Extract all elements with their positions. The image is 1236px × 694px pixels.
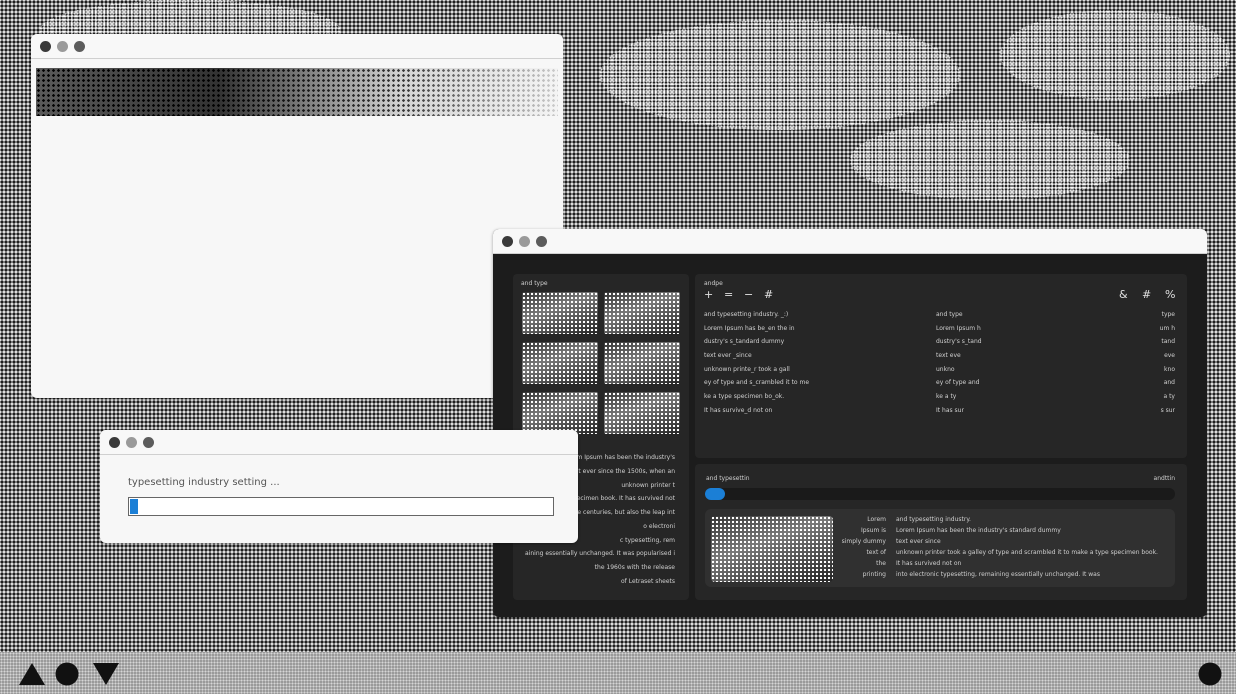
close-button[interactable] [40, 40, 51, 52]
text-line: text of [866, 549, 886, 556]
cell: eve [1164, 352, 1175, 359]
hash-icon[interactable]: # [1142, 288, 1151, 301]
text-line: aining essentially unchanged. It was pop… [525, 550, 675, 557]
panel-title: andpe [704, 280, 723, 287]
cell: dustry's s_tandard dummy [704, 338, 785, 345]
text-line: Lorem Ipsum has been the industry's stan… [896, 527, 1061, 534]
banner-image [36, 68, 558, 116]
text-line: It has survived not on [896, 560, 962, 567]
progress-dialog[interactable]: typesetting industry setting ... [100, 430, 578, 543]
equals-icon[interactable]: = [724, 288, 733, 301]
minus-icon[interactable]: − [744, 288, 753, 301]
close-button[interactable] [109, 436, 120, 448]
text-line: Lorem [867, 516, 886, 523]
text-line: unknown printer t [621, 482, 675, 489]
text-line: the [876, 560, 886, 567]
maximize-button[interactable] [143, 436, 154, 448]
text-line: e specimen book. It has survived not [564, 495, 675, 502]
text-line: o electroni [643, 523, 675, 530]
minimize-button[interactable] [126, 436, 137, 448]
cell: and typesetting industry. _:) [704, 311, 789, 318]
text-line: into electronic typesetting, remaining e… [896, 571, 1100, 578]
cell: tand [1161, 338, 1175, 345]
window-titlebar[interactable] [100, 430, 578, 455]
triangle-up-icon[interactable] [18, 662, 46, 686]
cell: ey of type and s_crambled it to me [704, 379, 810, 386]
cell: unknown printe_r took a gall [704, 366, 790, 373]
data-panel: andpe + = − # & # % and typesetting indu… [695, 274, 1187, 458]
cell: ey of type and [936, 379, 980, 386]
cell: type [1161, 311, 1175, 318]
cell: ke a ty [936, 393, 957, 400]
plus-icon[interactable]: + [704, 288, 713, 301]
cell: It has survive_d not on [704, 407, 773, 414]
taskbar [0, 652, 1236, 694]
triangle-down-icon[interactable] [92, 662, 120, 686]
text-line: y text ever since the 1500s, when an [563, 468, 675, 475]
minimize-button[interactable] [519, 235, 530, 247]
text-line: unknown printer took a galley of type an… [896, 549, 1158, 556]
ampersand-icon[interactable]: & [1119, 288, 1128, 301]
text-line: orem Ipsum has been the industry's [566, 454, 675, 461]
progress-track [705, 488, 1175, 500]
text-line: Ipsum is [860, 527, 886, 534]
panel-title: and type [521, 280, 548, 287]
minimize-button[interactable] [57, 40, 68, 52]
text-line: and typesetting industry. [896, 516, 971, 523]
image-thumbnail[interactable] [604, 292, 680, 334]
dashboard-window[interactable]: and type orem Ipsum has been the industr… [493, 229, 1207, 617]
text-line: printing [862, 571, 886, 578]
text-line: of Letraset sheets [621, 578, 675, 585]
image-thumbnail[interactable] [522, 292, 598, 334]
circle-icon[interactable] [1198, 662, 1222, 686]
close-button[interactable] [502, 235, 513, 247]
image-thumbnail[interactable] [522, 342, 598, 384]
info-card: Lorem Ipsum is simply dummy text of the … [705, 509, 1175, 587]
cell: s sur [1160, 407, 1175, 414]
progress-fill [705, 488, 725, 500]
card-image [711, 516, 833, 582]
text-line: c typesetting, rem [619, 537, 675, 544]
blank-browser-window[interactable] [31, 34, 563, 398]
cell: and [1163, 379, 1175, 386]
text-line: the 1960s with the release [594, 564, 675, 571]
cell: um h [1159, 325, 1175, 332]
cloud-decoration [1000, 10, 1230, 100]
cell: a ty [1163, 393, 1176, 400]
dialog-label: typesetting industry setting ... [128, 477, 280, 488]
panel-title-right: andttin [1153, 475, 1175, 482]
cloud-decoration [600, 20, 960, 130]
card-right-text: and typesetting industry. Lorem Ipsum ha… [896, 516, 1158, 582]
cell: dustry's s_tand [936, 338, 982, 345]
text-line: y five centuries, but also the leap int [564, 509, 675, 516]
circle-icon[interactable] [55, 662, 79, 686]
progress-field [128, 497, 554, 516]
text-line: text ever since [896, 538, 941, 545]
cell: kno [1164, 366, 1175, 373]
cell: ke a type specimen bo_ok. [704, 393, 785, 400]
panel-title: and typesettin [706, 475, 750, 482]
image-thumbnail[interactable] [604, 342, 680, 384]
text-line: simply dummy [841, 538, 886, 545]
percent-icon[interactable]: % [1165, 288, 1175, 301]
cell: Lorem Ipsum h [936, 325, 981, 332]
image-thumbnail[interactable] [604, 392, 680, 434]
window-titlebar[interactable] [493, 229, 1207, 254]
cell: and type [936, 311, 963, 318]
cell: text eve [936, 352, 961, 359]
image-thumbnail[interactable] [522, 392, 598, 434]
cloud-decoration [850, 120, 1130, 200]
progress-panel: and typesettin andttin Lorem Ipsum is si… [695, 464, 1187, 600]
cell: text ever _since [704, 352, 752, 359]
card-left-text: Lorem Ipsum is simply dummy text of the … [840, 516, 886, 582]
hash-icon[interactable]: # [764, 288, 773, 301]
maximize-button[interactable] [74, 40, 85, 52]
cell: unkno [936, 366, 955, 373]
progress-fill [130, 499, 138, 514]
window-titlebar[interactable] [31, 34, 563, 59]
cell: Lorem Ipsum has be_en the in [704, 325, 795, 332]
cell: It has sur [936, 407, 964, 414]
maximize-button[interactable] [536, 235, 547, 247]
